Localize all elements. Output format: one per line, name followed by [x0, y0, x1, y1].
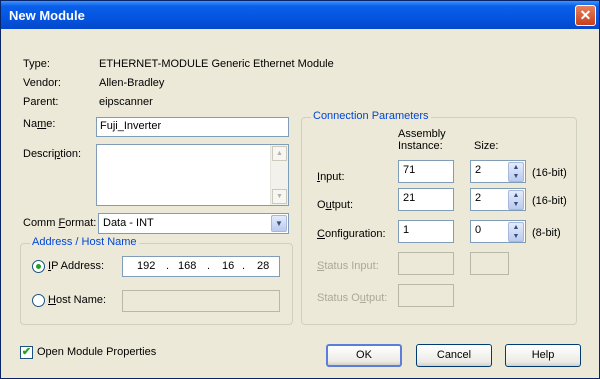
- output-label: Output:: [317, 199, 354, 211]
- cancel-button[interactable]: Cancel: [416, 344, 492, 367]
- output-instance-field[interactable]: 21: [398, 188, 454, 211]
- ip-octet-3[interactable]: 16: [222, 260, 234, 272]
- dropdown-arrow-icon[interactable]: ▼: [271, 215, 287, 232]
- input-label: Input:: [317, 171, 345, 183]
- spinner-arrows-icon[interactable]: ▲ ▼: [508, 162, 524, 182]
- description-scrollbar[interactable]: ▲ ▼: [270, 145, 288, 205]
- spin-down-icon[interactable]: ▼: [509, 232, 523, 241]
- input-size-value: 2: [475, 164, 482, 176]
- host-name-label: Host Name:: [48, 294, 107, 306]
- name-input[interactable]: Fuji_Inverter: [96, 117, 289, 137]
- spin-up-icon[interactable]: ▲: [509, 191, 523, 200]
- ok-button[interactable]: OK: [326, 344, 402, 367]
- status-output-instance-field[interactable]: [398, 284, 454, 307]
- status-input-size-field[interactable]: [470, 252, 509, 275]
- input-instance-field[interactable]: 71: [398, 160, 454, 183]
- configuration-size-unit: (8-bit): [532, 227, 561, 239]
- comm-format-value: Data - INT: [103, 217, 154, 229]
- ip-octet-4[interactable]: 28: [257, 260, 269, 272]
- type-value: ETHERNET-MODULE Generic Ethernet Module: [99, 58, 334, 70]
- spin-down-icon[interactable]: ▼: [509, 200, 523, 209]
- connection-parameters-title: Connection Parameters: [311, 110, 431, 122]
- scroll-down-arrow[interactable]: ▼: [272, 189, 287, 204]
- scroll-up-arrow[interactable]: ▲: [272, 146, 287, 161]
- assembly-column-header: Assembly: [398, 128, 446, 140]
- spin-down-icon[interactable]: ▼: [509, 172, 523, 181]
- parent-value: eipscanner: [99, 96, 153, 108]
- size-column-header: Size:: [474, 140, 499, 152]
- open-module-properties-checkbox[interactable]: ✔: [20, 346, 33, 359]
- input-size-unit: (16-bit): [532, 167, 567, 179]
- vendor-label: Vendor:: [23, 77, 61, 89]
- ip-address-radio[interactable]: [32, 260, 45, 273]
- name-label: Name:: [23, 118, 56, 130]
- vendor-value: Allen-Bradley: [99, 77, 165, 89]
- dialog-title: New Module: [9, 8, 85, 23]
- host-name-radio[interactable]: [32, 294, 45, 307]
- address-group-title: Address / Host Name: [30, 236, 139, 248]
- spin-up-icon[interactable]: ▲: [509, 223, 523, 232]
- ip-address-input[interactable]: 192 . 168 . 16 . 28: [122, 256, 280, 277]
- new-module-dialog: New Module ✕ Type: ETHERNET-MODULE Gener…: [0, 0, 600, 379]
- ip-separator: .: [207, 260, 211, 272]
- host-name-input[interactable]: [122, 290, 280, 312]
- description-label: Description:: [23, 148, 82, 160]
- open-module-properties-label: Open Module Properties: [37, 346, 157, 358]
- close-button[interactable]: ✕: [575, 5, 596, 26]
- ip-separator: .: [166, 260, 170, 272]
- parent-label: Parent:: [23, 96, 59, 108]
- output-size-spinner[interactable]: 2 ▲ ▼: [470, 188, 526, 211]
- ip-address-label: IP Address:: [48, 260, 105, 272]
- comm-format-label: Comm Format:: [23, 217, 97, 229]
- type-label: Type:: [23, 58, 50, 70]
- output-size-unit: (16-bit): [532, 195, 567, 207]
- spin-up-icon[interactable]: ▲: [509, 163, 523, 172]
- ip-octet-1[interactable]: 192: [137, 260, 155, 272]
- status-input-label: Status Input:: [317, 260, 379, 272]
- comm-format-select[interactable]: Data - INT ▼: [98, 213, 289, 234]
- spinner-arrows-icon[interactable]: ▲ ▼: [508, 190, 524, 210]
- configuration-instance-field[interactable]: 1: [398, 220, 454, 243]
- help-button[interactable]: Help: [505, 344, 581, 367]
- output-size-value: 2: [475, 192, 482, 204]
- input-size-spinner[interactable]: 2 ▲ ▼: [470, 160, 526, 183]
- radio-selected-dot: [36, 264, 41, 269]
- title-bar[interactable]: New Module ✕: [1, 1, 599, 29]
- configuration-size-value: 0: [475, 224, 482, 236]
- description-textarea[interactable]: ▲ ▼: [96, 144, 289, 206]
- ip-separator: .: [242, 260, 246, 272]
- ip-octet-2[interactable]: 168: [178, 260, 196, 272]
- status-input-instance-field[interactable]: [398, 252, 454, 275]
- instance-column-header: Instance:: [398, 140, 443, 152]
- spinner-arrows-icon[interactable]: ▲ ▼: [508, 222, 524, 242]
- status-output-label: Status Output:: [317, 292, 388, 304]
- configuration-size-spinner[interactable]: 0 ▲ ▼: [470, 220, 526, 243]
- configuration-label: Configuration:: [317, 228, 386, 240]
